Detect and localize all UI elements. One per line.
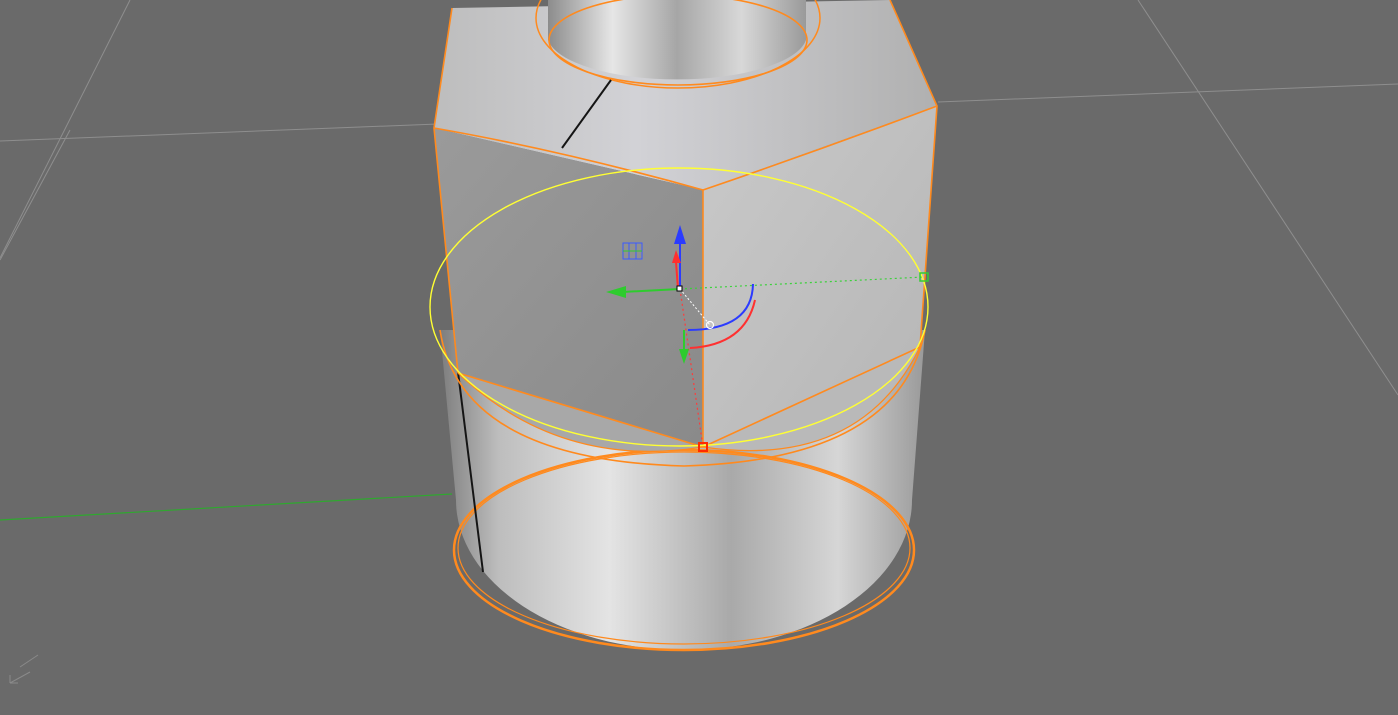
world-axis-icon <box>9 654 39 684</box>
x-axis-line <box>0 493 453 521</box>
viewport-3d[interactable] <box>0 0 1398 715</box>
hex-nut[interactable] <box>433 0 938 467</box>
viewport-canvas[interactable] <box>0 0 1398 715</box>
pivot-point[interactable] <box>676 285 683 292</box>
